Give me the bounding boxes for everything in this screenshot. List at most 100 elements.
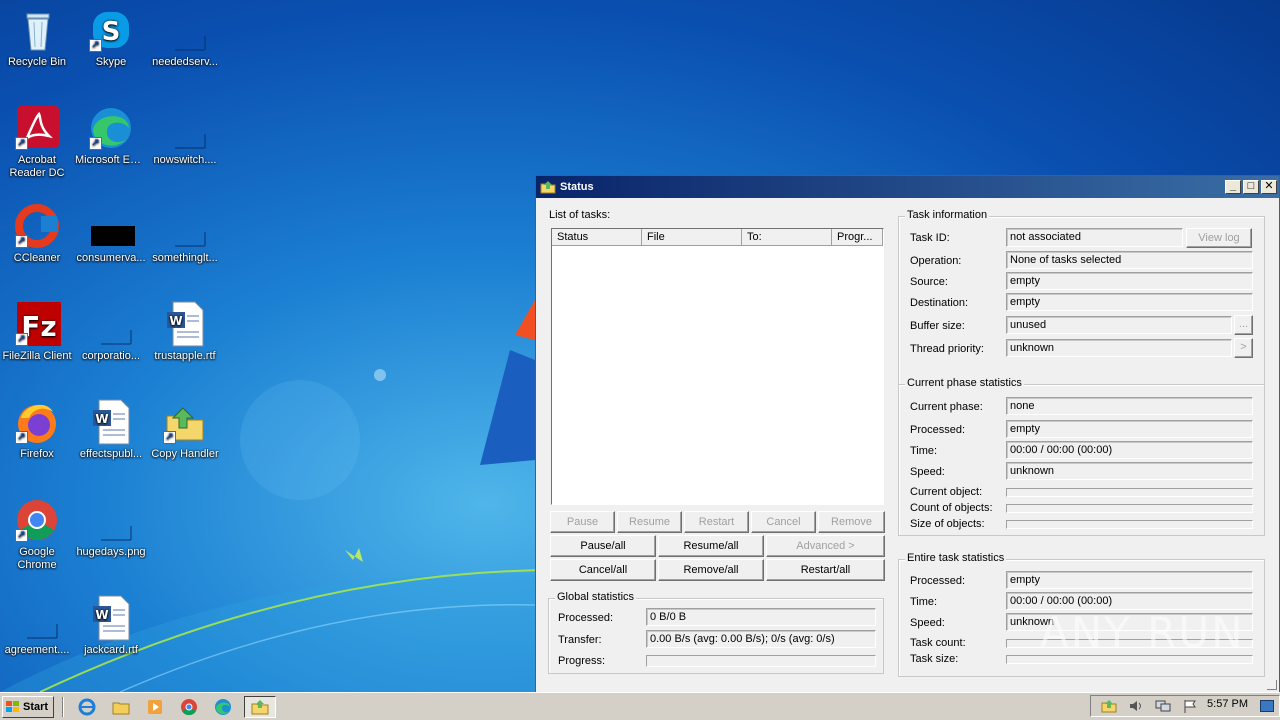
start-label: Start [23, 700, 49, 713]
taskbar-clock[interactable]: 5:57 PM [1207, 698, 1248, 710]
desktop-icon-chrome[interactable]: ↗ Google Chrome [0, 496, 74, 572]
desktop-icon-agreement[interactable]: agreement.... [0, 594, 74, 657]
desktop-icon-label: Google Chrome [17, 546, 57, 571]
watermark: ANY RUN [1040, 608, 1245, 657]
cancel-button[interactable]: Cancel [751, 511, 816, 533]
pause-button[interactable]: Pause [550, 511, 615, 533]
cancel-all-button[interactable]: Cancel/all [550, 559, 656, 581]
recycle-bin-icon [13, 6, 61, 54]
entire-processed-field: empty [1006, 571, 1253, 589]
desktop-icon-recycle-bin[interactable]: Recycle Bin [0, 6, 74, 69]
operation-field: None of tasks selected [1006, 251, 1253, 269]
task-list-header: Status File To: Progr... [552, 229, 883, 246]
desktop-icon-ccleaner[interactable]: ↗ CCleaner [0, 202, 74, 265]
desktop-icon-firefox[interactable]: ↗ Firefox [0, 398, 74, 461]
restart-all-button[interactable]: Restart/all [766, 559, 885, 581]
phase-speed-label: Speed: [910, 466, 945, 478]
chrome-icon: ↗ [13, 496, 61, 544]
advanced-button[interactable]: Advanced > [766, 535, 885, 557]
desktop-icon-jackcard[interactable]: W jackcard.rtf [74, 594, 148, 657]
phase-time-field: 00:00 / 00:00 (00:00) [1006, 441, 1253, 459]
current-object-label: Current object: [910, 486, 983, 498]
desktop-icon-somethinglt[interactable]: somethinglt... [148, 202, 222, 265]
start-button[interactable]: Start [2, 695, 54, 718]
task-list[interactable]: Status File To: Progr... [551, 228, 884, 505]
desktop-icon-label: consumerva... [76, 252, 146, 264]
buffer-size-button[interactable]: ... [1234, 315, 1253, 335]
shortcut-arrow-icon: ↗ [89, 137, 102, 150]
file-explorer-icon[interactable] [112, 698, 130, 716]
edge-icon[interactable] [214, 698, 232, 716]
desktop-icon-skype[interactable]: S ↗ Skype [74, 6, 148, 69]
shortcut-arrow-icon: ↗ [15, 235, 28, 248]
thread-priority-button[interactable]: > [1234, 338, 1253, 358]
desktop-icon-neededserv[interactable]: neededserv... [148, 6, 222, 69]
action-center-flag-icon[interactable] [1182, 699, 1198, 713]
task-size-label: Task size: [910, 653, 959, 665]
desktop-icon-label: CCleaner [13, 252, 61, 264]
desktop-icon-label: agreement.... [4, 644, 70, 656]
ccleaner-icon: ↗ [13, 202, 61, 250]
copy-handler-tray-icon[interactable] [1101, 699, 1117, 713]
operation-label: Operation: [910, 255, 962, 267]
volume-icon[interactable] [1128, 699, 1144, 713]
word-document-icon: W [87, 594, 135, 642]
phase-time-label: Time: [910, 445, 938, 457]
desktop-icon-label: FileZilla Client [2, 350, 72, 362]
transfer-label: Transfer: [558, 634, 602, 646]
desktop-icon-label: somethinglt... [152, 252, 218, 264]
maximize-button[interactable]: □ [1243, 180, 1259, 194]
blank-file-icon [87, 496, 135, 544]
shortcut-arrow-icon: ↗ [89, 39, 102, 52]
resume-button[interactable]: Resume [617, 511, 682, 533]
size-objects-label: Size of objects: [910, 518, 985, 530]
view-log-button[interactable]: View log [1186, 228, 1252, 248]
chrome-icon[interactable] [180, 698, 198, 716]
task-id-field: not associated [1006, 228, 1183, 247]
blank-file-icon [161, 6, 209, 54]
desktop-icon-effectspubl[interactable]: W effectspubl... [74, 398, 148, 461]
desktop-icon-hugedays[interactable]: hugedays.png [74, 496, 148, 559]
word-document-icon: W [161, 300, 209, 348]
phase-processed-label: Processed: [910, 424, 966, 436]
desktop-icon-nowswitch[interactable]: nowswitch.... [148, 104, 222, 167]
taskbar-copy-handler-button[interactable] [244, 695, 276, 718]
phase-processed-field: empty [1006, 420, 1253, 438]
restart-button[interactable]: Restart [684, 511, 749, 533]
desktop-icon-acrobat[interactable]: ↗ Acrobat Reader DC [0, 104, 74, 180]
remove-all-button[interactable]: Remove/all [658, 559, 764, 581]
desktop-icon-consumerva[interactable]: consumerva... [74, 202, 148, 265]
desktop-icon-label: neededserv... [152, 56, 218, 68]
svg-text:S: S [102, 17, 121, 47]
internet-explorer-icon[interactable] [78, 698, 96, 716]
show-desktop-icon[interactable] [1260, 700, 1274, 712]
remove-button[interactable]: Remove [818, 511, 885, 533]
phase-speed-field: unknown [1006, 462, 1253, 480]
desktop-icon-corporatio[interactable]: corporatio... [74, 300, 148, 363]
resize-grip-icon[interactable] [1267, 680, 1277, 690]
column-progress[interactable]: Progr... [832, 229, 883, 246]
column-file[interactable]: File [642, 229, 742, 246]
network-icon[interactable] [1155, 699, 1171, 713]
global-processed-field: 0 B/0 B [646, 608, 876, 626]
desktop-icon-edge[interactable]: ↗ Microsoft Edge [74, 104, 148, 167]
column-to[interactable]: To: [742, 229, 832, 246]
media-player-icon[interactable] [146, 698, 164, 716]
minimize-button[interactable]: _ [1225, 180, 1241, 194]
copy-handler-icon [540, 180, 556, 194]
column-status[interactable]: Status [552, 229, 642, 246]
svg-text:W: W [95, 608, 108, 622]
copy-handler-icon [251, 699, 269, 714]
close-button[interactable]: ✕ [1261, 180, 1277, 194]
window-titlebar[interactable]: Status _ □ ✕ [536, 176, 1279, 198]
desktop-icon-copy-handler[interactable]: ↗ Copy Handler [148, 398, 222, 461]
resume-all-button[interactable]: Resume/all [658, 535, 764, 557]
desktop-icon-label: Recycle Bin [7, 56, 67, 68]
desktop-icon-label: Microsoft Edge [75, 154, 148, 166]
pause-all-button[interactable]: Pause/all [550, 535, 656, 557]
copy-handler-icon: ↗ [161, 398, 209, 446]
desktop-icon-filezilla[interactable]: Fz ↗ FileZilla Client [0, 300, 74, 363]
shortcut-arrow-icon: ↗ [15, 333, 28, 346]
word-document-icon: W [87, 398, 135, 446]
desktop-icon-trustapple[interactable]: W trustapple.rtf [148, 300, 222, 363]
